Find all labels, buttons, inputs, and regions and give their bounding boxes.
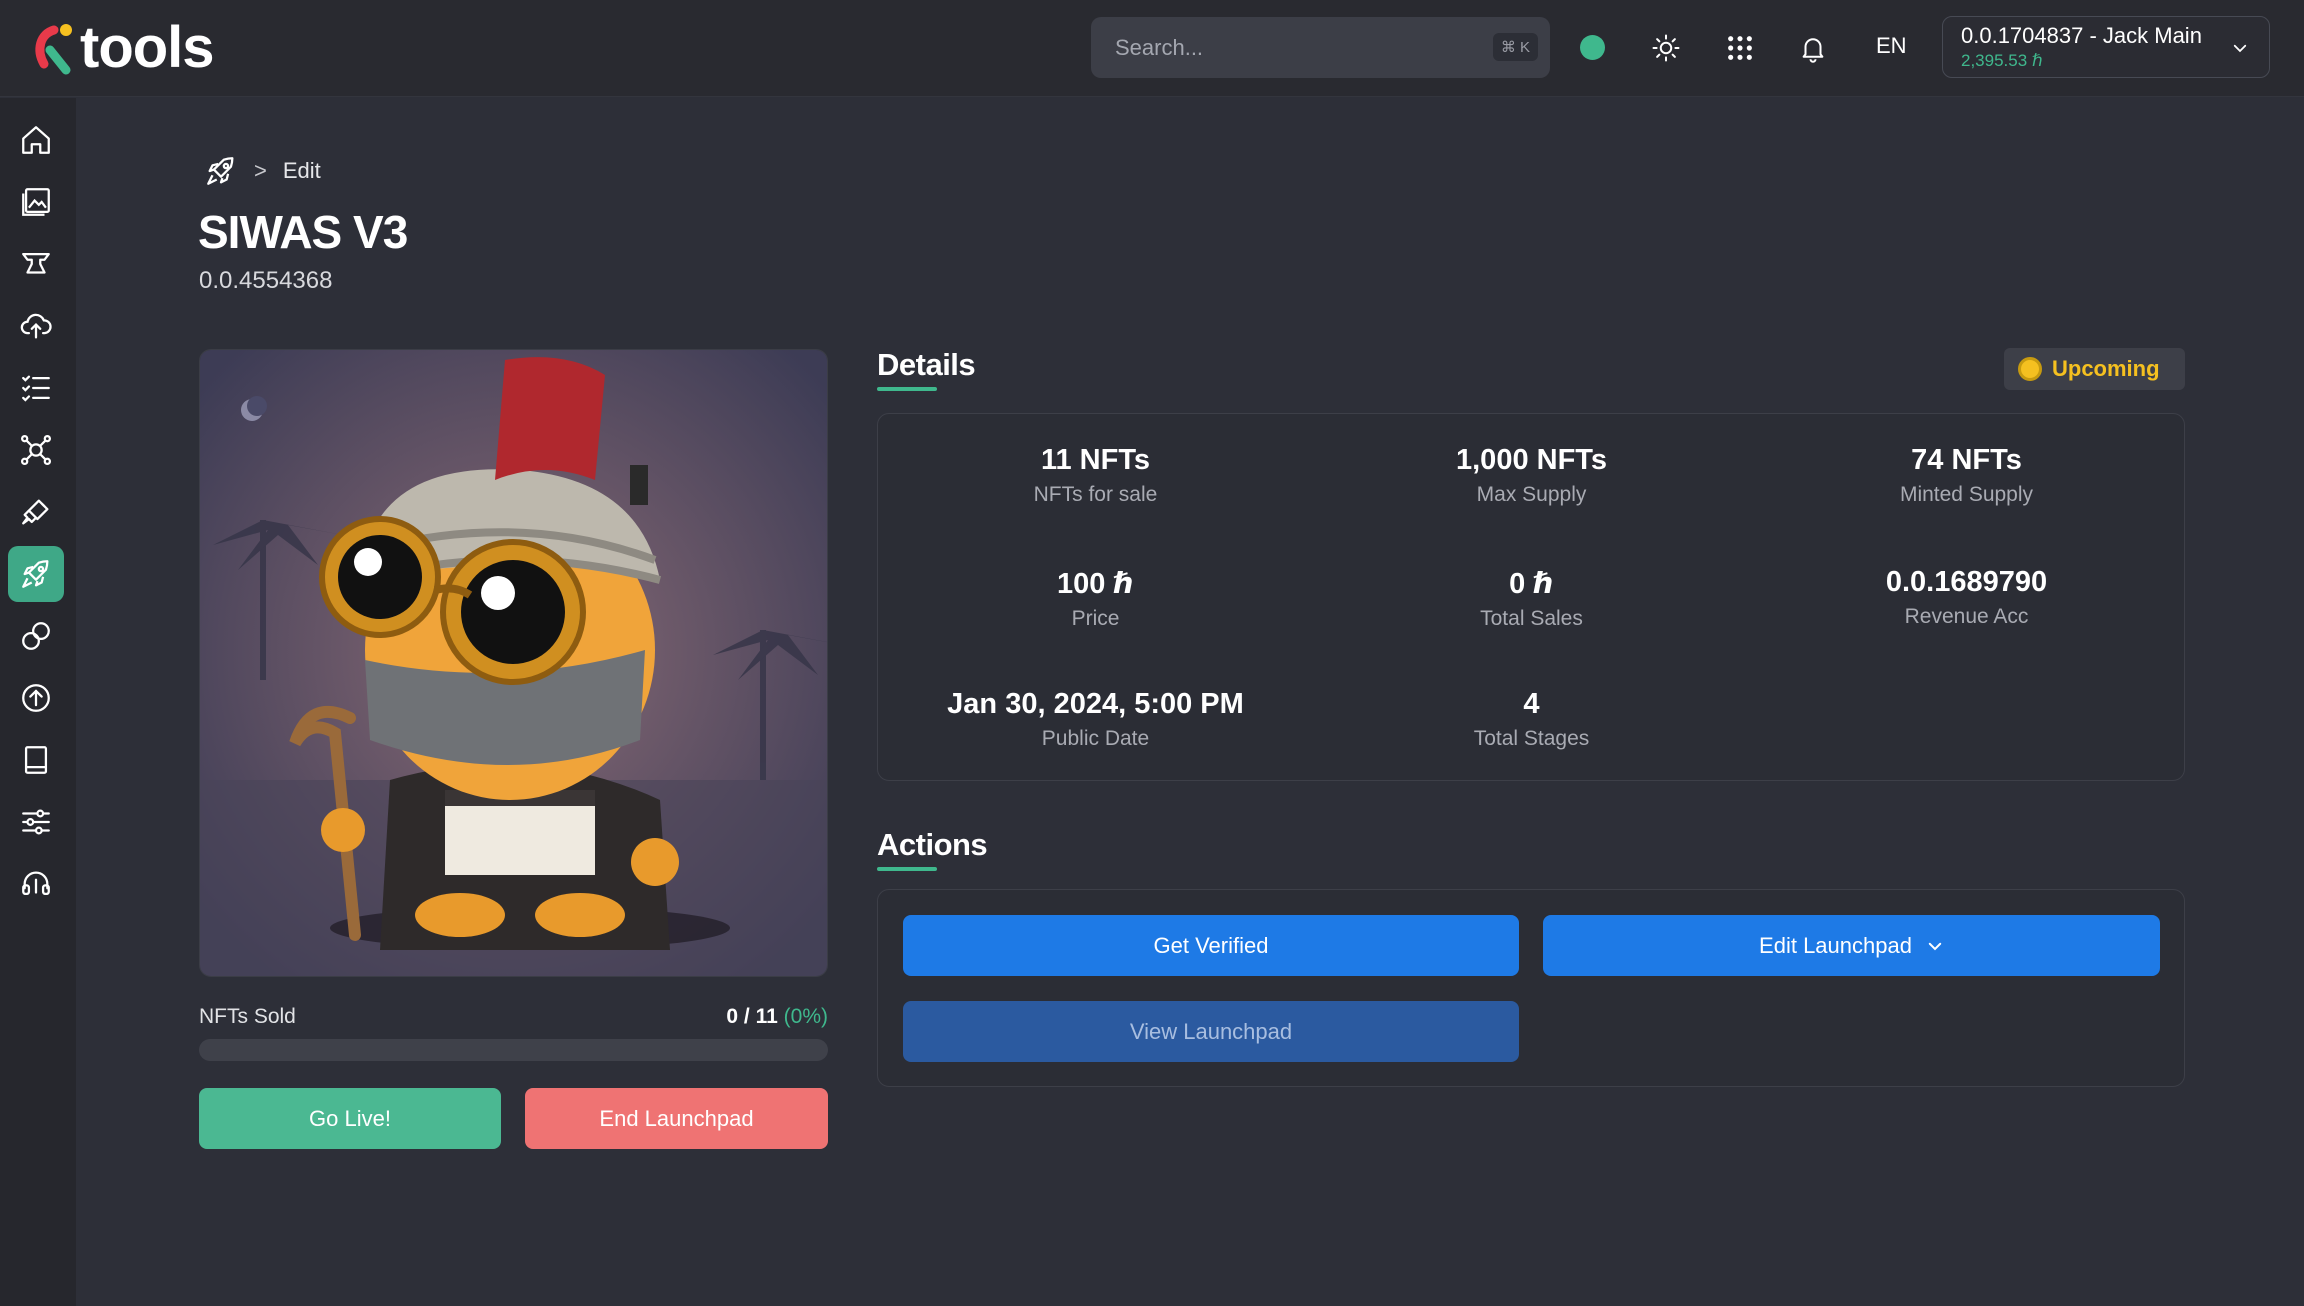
sidebar-item-tasks[interactable] xyxy=(8,360,64,416)
breadcrumb-current: Edit xyxy=(282,158,321,183)
stat-label: Public Date xyxy=(1041,727,1150,750)
status-dot-icon xyxy=(2018,357,2042,381)
headset-icon xyxy=(22,871,50,896)
get-verified-button[interactable]: Get Verified xyxy=(903,915,1519,976)
anvil-icon xyxy=(22,252,50,274)
view-launchpad-button[interactable]: View Launchpad xyxy=(903,1001,1519,1062)
checklist-icon xyxy=(22,375,50,402)
cloud-upload-icon xyxy=(20,313,52,339)
app-logo[interactable]: tools xyxy=(32,15,215,80)
stat-minted-supply: 74 NFTs Minted Supply xyxy=(1749,444,2184,507)
stat-label: Total Stages xyxy=(1473,727,1590,750)
collection-artwork xyxy=(199,349,828,977)
account-balance: 2,395.53 ℏ xyxy=(1961,51,2043,70)
nfts-sold-percent: (0%) xyxy=(783,1005,828,1028)
brush-icon xyxy=(22,499,49,525)
sidebar-item-forge[interactable] xyxy=(8,236,64,292)
stat-label: NFTs for sale xyxy=(1033,483,1158,506)
sidebar-item-gallery[interactable] xyxy=(8,174,64,230)
breadcrumb: > Edit xyxy=(204,154,321,188)
search-shortcut: ⌘ K xyxy=(1492,33,1538,61)
search-input[interactable]: Search... ⌘ K xyxy=(1091,17,1550,78)
account-name: 0.0.1704837 - Jack Main xyxy=(1961,23,2202,48)
sliders-icon xyxy=(22,809,50,835)
stat-value: Jan 30, 2024, 5:00 PM xyxy=(947,688,1244,720)
stat-value: 74 NFTs xyxy=(1911,444,2022,476)
sidebar-item-launchpad[interactable] xyxy=(8,546,64,602)
top-bar: tools Search... ⌘ K EN 0.0.1704837 - Jac… xyxy=(0,0,2304,97)
breadcrumb-separator: > xyxy=(254,158,267,183)
logo-text: tools xyxy=(80,15,215,80)
stat-value: 1,000 NFTs xyxy=(1456,444,1607,476)
actions-underline xyxy=(877,867,937,871)
sidebar-item-home[interactable] xyxy=(8,112,64,168)
stat-label: Minted Supply xyxy=(1899,483,2034,506)
logo-icon xyxy=(35,24,72,75)
rocket-icon xyxy=(22,560,49,588)
actions-card: Get Verified Edit Launchpad View Launchp… xyxy=(877,889,2185,1087)
link-icon xyxy=(22,622,50,650)
gallery-icon xyxy=(22,188,50,216)
sidebar-item-support[interactable] xyxy=(8,856,64,912)
stat-value: 100 ℏ xyxy=(1056,568,1135,600)
sidebar-item-publish[interactable] xyxy=(8,670,64,726)
stat-total-sales: 0 ℏ Total Sales xyxy=(1314,566,1749,631)
stat-price: 100 ℏ Price xyxy=(878,566,1313,631)
sidebar-item-links[interactable] xyxy=(8,608,64,664)
network-icon xyxy=(20,434,52,466)
end-launchpad-button[interactable]: End Launchpad xyxy=(525,1088,828,1149)
grid-icon xyxy=(1728,36,1752,60)
sidebar-item-design[interactable] xyxy=(8,484,64,540)
sidebar-item-docs[interactable] xyxy=(8,732,64,788)
stat-label: Total Sales xyxy=(1480,607,1583,630)
sidebar-item-upload[interactable] xyxy=(8,298,64,354)
nfts-sold-value: 0 / 11 (0%) xyxy=(726,1005,828,1029)
edit-launchpad-button[interactable]: Edit Launchpad xyxy=(1543,915,2160,976)
language-selector[interactable]: EN xyxy=(1876,33,1907,59)
details-underline xyxy=(877,387,937,391)
stat-value: 0 ℏ xyxy=(1509,568,1554,600)
rocket-icon[interactable] xyxy=(204,154,238,188)
notifications-button[interactable] xyxy=(1793,28,1833,68)
theme-toggle-button[interactable] xyxy=(1646,28,1686,68)
stat-value: 0.0.1689790 xyxy=(1885,566,2048,598)
stat-revenue-account: 0.0.1689790 Revenue Acc xyxy=(1749,566,2184,629)
stat-value: 11 NFTs xyxy=(1040,444,1151,476)
chevron-down-icon xyxy=(2233,44,2247,53)
home-icon xyxy=(22,126,50,154)
sidebar-item-settings[interactable] xyxy=(8,794,64,850)
stat-label: Max Supply xyxy=(1476,483,1587,506)
bell-icon xyxy=(1802,38,1824,63)
details-card: 11 NFTs NFTs for sale 1,000 NFTs Max Sup… xyxy=(877,413,2185,781)
sidebar-item-network[interactable] xyxy=(8,422,64,478)
nfts-sold-label: NFTs Sold xyxy=(199,1005,296,1028)
stat-value: 4 xyxy=(1523,688,1540,720)
account-selector[interactable]: 0.0.1704837 - Jack Main 2,395.53 ℏ xyxy=(1942,16,2270,78)
network-status-indicator[interactable] xyxy=(1580,35,1605,60)
search-placeholder: Search... xyxy=(1115,34,1204,60)
actions-heading: Actions xyxy=(877,827,988,862)
edit-launchpad-label: Edit Launchpad xyxy=(1759,932,1912,958)
stat-total-stages: 4 Total Stages xyxy=(1314,688,1749,751)
go-live-button[interactable]: Go Live! xyxy=(199,1088,501,1149)
stat-label: Revenue Acc xyxy=(1904,605,2029,628)
details-heading: Details xyxy=(877,347,976,382)
nfts-sold-count: 0 / 11 xyxy=(726,1005,778,1028)
stat-public-date: Jan 30, 2024, 5:00 PM Public Date xyxy=(878,688,1313,751)
apps-button[interactable] xyxy=(1720,28,1760,68)
sidebar xyxy=(0,98,76,1306)
status-badge: Upcoming xyxy=(2004,348,2185,390)
status-text: Upcoming xyxy=(2052,356,2160,381)
stat-nfts-for-sale: 11 NFTs NFTs for sale xyxy=(878,444,1313,507)
sun-icon xyxy=(1652,34,1680,62)
chevron-down-icon xyxy=(1928,942,1942,950)
sales-progress-bar xyxy=(199,1039,828,1061)
stat-max-supply: 1,000 NFTs Max Supply xyxy=(1314,444,1749,507)
book-icon xyxy=(24,746,48,774)
token-id: 0.0.4554368 xyxy=(199,267,333,294)
page-title: SIWAS V3 xyxy=(198,206,408,258)
arrow-up-circle-icon xyxy=(22,684,50,712)
stat-label: Price xyxy=(1071,607,1120,630)
